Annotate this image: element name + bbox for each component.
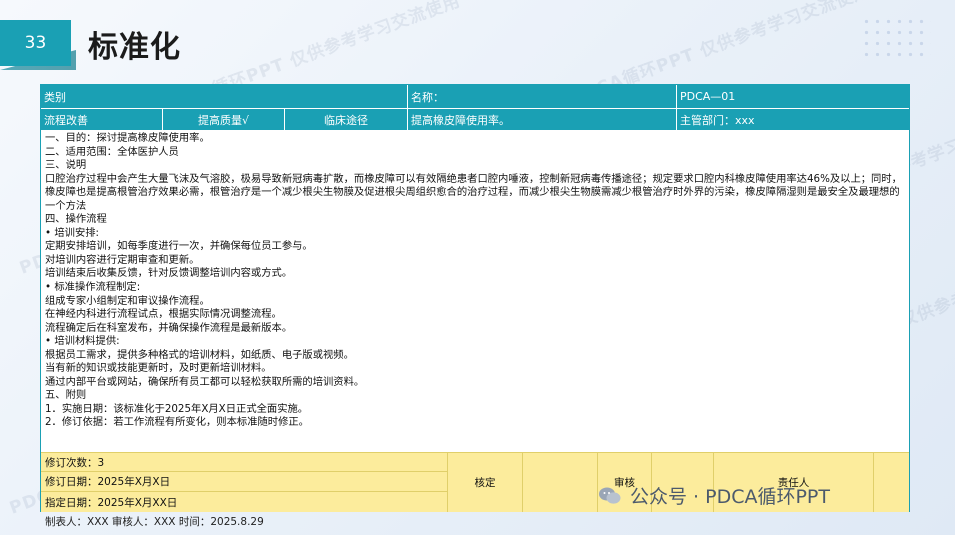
body-line: 培训结束后收集反馈，针对反馈调整培训内容或方式。 (45, 267, 293, 280)
type-clinical-pathway: 临床途径 (285, 109, 408, 130)
body-line: 组成专家小组制定和审议操作流程。 (45, 294, 210, 307)
body-line: • 标准操作流程制定: (45, 281, 141, 294)
body-line: 二、适用范围：全体医护人员 (45, 145, 179, 158)
body-line: 一、目的：探讨提高橡皮障使用率。 (45, 132, 210, 144)
body-line: 三、说明 (45, 159, 87, 172)
body-line: 流程确定后在科室发布，并确保操作流程是最新版本。 (45, 321, 293, 334)
body-line: • 培训材料提供: (45, 335, 120, 348)
name-label: 名称： (408, 85, 677, 108)
responsible-signature (873, 453, 909, 512)
approve-label: 核定 (447, 453, 522, 512)
body-line: 2．修订依据：若工作流程有所变化，则本标准随时修正。 (45, 416, 309, 429)
page-number: 33 (0, 20, 71, 66)
standardization-sheet: 类别 名称： PDCA—01 流程改善 提高质量√ 临床途径 提高橡皮障使用率。… (40, 84, 910, 512)
code-cell: PDCA—01 (680, 90, 736, 103)
makers-line: 制表人：XXX 审核人：XXX 时间：2025.8.29 (45, 516, 264, 528)
body-line: 五、附则 (45, 389, 87, 402)
approve-signature (522, 453, 597, 512)
name-value: 提高橡皮障使用率。 (408, 109, 677, 130)
revision-date: 修订日期：2025年X月X日 (41, 472, 447, 492)
body-paragraph: 口腔治疗过程中会产生大量飞沫及气溶胶，极易导致新冠病毒扩散，而橡皮障可以有效隔绝… (45, 172, 902, 212)
body-line: 当有新的知识或技能更新时，及时更新培训材料。 (45, 362, 272, 375)
type-process-improvement: 流程改善 (41, 109, 163, 130)
header-row-2: 流程改善 提高质量√ 临床途径 提高橡皮障使用率。 主管部门：xxx (41, 109, 909, 130)
body-line: 1．实施日期：该标准化于2025年X月X日正式全面实施。 (45, 402, 309, 415)
decorative-dot-grid (861, 16, 931, 62)
type-quality-improvement: 提高质量√ (163, 109, 285, 130)
body-line: 通过内部平台或网站，确保所有员工都可以轻松获取所需的培训资料。 (45, 375, 365, 388)
body-line: 在神经内科进行流程试点，根据实际情况调整流程。 (45, 308, 282, 321)
header-row-1: 类别 名称： PDCA—01 (41, 85, 909, 109)
body-line: 根据员工需求，提供多种格式的培训材料，如纸质、电子版或视频。 (45, 348, 354, 361)
standard-body: 一、目的：探讨提高橡皮障使用率。 二、适用范围：全体医护人员 三、说明 口腔治疗… (45, 132, 905, 430)
body-line: • 培训安排: (45, 226, 100, 239)
revision-count: 修订次数：3 (41, 453, 447, 472)
wechat-account-tag: 公众号 · PDCA循环PPT (598, 482, 830, 509)
category-label: 类别 (41, 85, 408, 108)
body-line: 定期安排培训，如每季度进行一次，并确保每位员工参与。 (45, 240, 313, 253)
page-title: 标准化 (88, 30, 181, 65)
department-cell: 主管部门：xxx (680, 113, 755, 127)
body-line: 四、操作流程 (45, 213, 107, 226)
body-line: 对培训内容进行定期审查和更新。 (45, 253, 200, 266)
wechat-icon (599, 487, 621, 504)
wechat-account-name: 公众号 · PDCA循环PPT (630, 486, 830, 508)
designated-date: 指定日期：2025年X月XX日 (45, 496, 178, 509)
